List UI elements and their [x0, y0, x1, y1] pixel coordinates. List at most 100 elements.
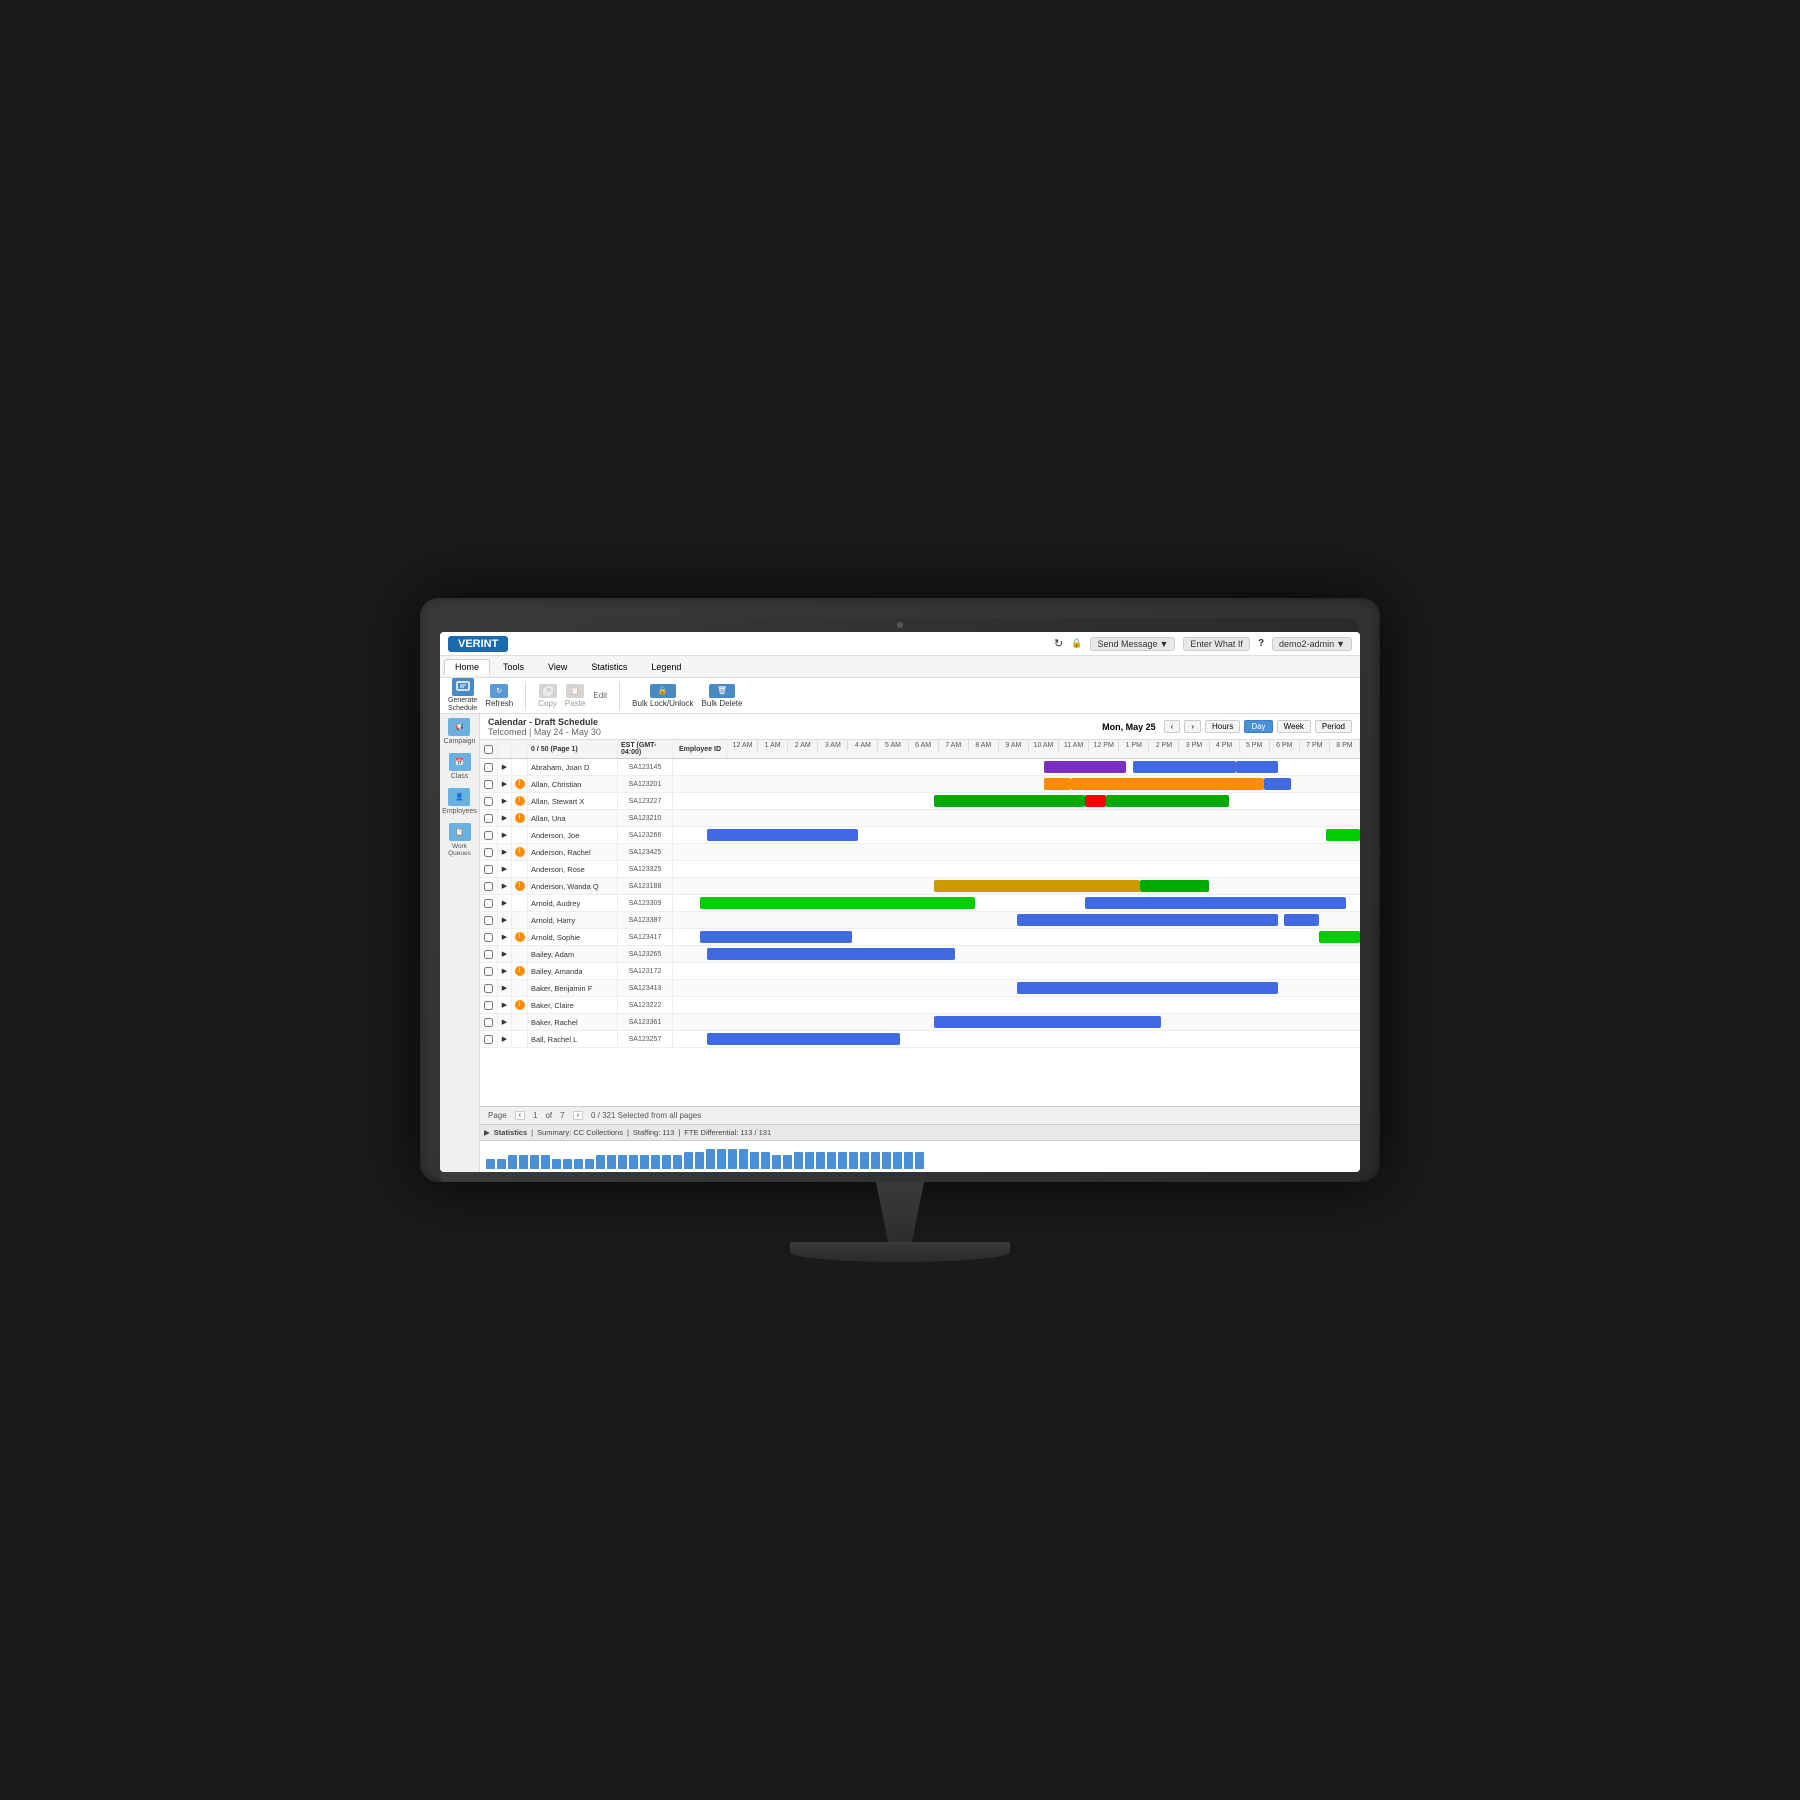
schedule-bar-7-1[interactable] [1140, 880, 1209, 891]
check-cell-9[interactable] [480, 912, 498, 928]
refresh-button[interactable]: ↻ Refresh [485, 684, 513, 708]
check-cell-7[interactable] [480, 878, 498, 894]
check-cell-15[interactable] [480, 1014, 498, 1030]
schedule-bar-1-1[interactable] [1071, 778, 1263, 789]
expand-cell-10[interactable]: ▶ [498, 929, 512, 945]
stats-collapse-icon[interactable]: ▶ [484, 1128, 490, 1137]
expand-cell-12[interactable]: ▶ [498, 963, 512, 979]
sidebar-item-work-queues[interactable]: 📋 Work Queues [440, 823, 479, 857]
enter-what-if-button[interactable]: Enter What If [1183, 637, 1250, 651]
period-button[interactable]: Period [1315, 720, 1352, 733]
schedule-bar-7-0[interactable] [934, 880, 1140, 891]
expand-cell-5[interactable]: ▶ [498, 844, 512, 860]
schedule-bar-9-1[interactable] [1284, 914, 1318, 925]
schedule-bar-1-2[interactable] [1264, 778, 1291, 789]
expand-cell-13[interactable]: ▶ [498, 980, 512, 996]
expand-cell-16[interactable]: ▶ [498, 1031, 512, 1047]
expand-cell-3[interactable]: ▶ [498, 810, 512, 826]
timeline-cell-16[interactable] [673, 1031, 1360, 1047]
schedule-bar-1-0[interactable] [1044, 778, 1071, 789]
schedule-bar-8-0[interactable] [700, 897, 975, 908]
timeline-cell-0[interactable] [673, 759, 1360, 775]
timeline-cell-1[interactable] [673, 776, 1360, 792]
schedule-bar-10-1[interactable] [1319, 931, 1360, 942]
timeline-cell-5[interactable] [673, 844, 1360, 860]
expand-cell-7[interactable]: ▶ [498, 878, 512, 894]
check-cell-10[interactable] [480, 929, 498, 945]
schedule-bar-4-1[interactable] [1326, 829, 1360, 840]
check-cell-11[interactable] [480, 946, 498, 962]
bulk-delete-button[interactable]: 🗑 Bulk Delete [702, 684, 743, 708]
expand-cell-14[interactable]: ▶ [498, 997, 512, 1013]
check-cell-8[interactable] [480, 895, 498, 911]
timeline-cell-2[interactable] [673, 793, 1360, 809]
sidebar-item-class[interactable]: 📅 Class [449, 753, 471, 780]
timeline-cell-15[interactable] [673, 1014, 1360, 1030]
check-cell-1[interactable] [480, 776, 498, 792]
check-cell-6[interactable] [480, 861, 498, 877]
next-page-button[interactable]: › [573, 1111, 583, 1120]
schedule-bar-2-1[interactable] [1085, 795, 1106, 806]
schedule-bar-15-0[interactable] [934, 1016, 1161, 1027]
schedule-bar-4-0[interactable] [707, 829, 858, 840]
nav-tab-tools[interactable]: Tools [492, 659, 535, 675]
check-cell-2[interactable] [480, 793, 498, 809]
timeline-cell-13[interactable] [673, 980, 1360, 996]
expand-cell-15[interactable]: ▶ [498, 1014, 512, 1030]
check-cell-0[interactable] [480, 759, 498, 775]
check-cell-16[interactable] [480, 1031, 498, 1047]
schedule-bar-9-0[interactable] [1017, 914, 1278, 925]
schedule-bar-2-2[interactable] [1106, 795, 1230, 806]
check-all-checkbox[interactable] [484, 745, 493, 754]
timeline-cell-11[interactable] [673, 946, 1360, 962]
nav-tab-legend[interactable]: Legend [640, 659, 692, 675]
timeline-cell-12[interactable] [673, 963, 1360, 979]
prev-page-button[interactable]: ‹ [515, 1111, 525, 1120]
week-button[interactable]: Week [1277, 720, 1311, 733]
expand-cell-2[interactable]: ▶ [498, 793, 512, 809]
user-menu[interactable]: demo2-admin ▼ [1272, 637, 1352, 651]
hours-button[interactable]: Hours [1205, 720, 1240, 733]
day-button[interactable]: Day [1244, 720, 1272, 733]
check-cell-4[interactable] [480, 827, 498, 843]
expand-cell-1[interactable]: ▶ [498, 776, 512, 792]
schedule-bar-11-0[interactable] [707, 948, 954, 959]
prev-date-button[interactable]: ‹ [1164, 720, 1181, 733]
nav-tab-home[interactable]: Home [444, 659, 490, 675]
check-cell-14[interactable] [480, 997, 498, 1013]
sidebar-item-campaign[interactable]: 📢 Campaign [444, 718, 476, 745]
expand-cell-11[interactable]: ▶ [498, 946, 512, 962]
schedule-bar-13-0[interactable] [1017, 982, 1278, 993]
expand-cell-9[interactable]: ▶ [498, 912, 512, 928]
schedule-bar-2-0[interactable] [934, 795, 1085, 806]
timeline-cell-3[interactable] [673, 810, 1360, 826]
sidebar-item-employees[interactable]: 👤 Employees [442, 788, 477, 815]
expand-cell-8[interactable]: ▶ [498, 895, 512, 911]
paste-button[interactable]: 📋 Paste [565, 684, 585, 708]
check-cell-12[interactable] [480, 963, 498, 979]
expand-cell-4[interactable]: ▶ [498, 827, 512, 843]
timeline-cell-6[interactable] [673, 861, 1360, 877]
help-button[interactable]: ? [1258, 638, 1264, 649]
check-cell-3[interactable] [480, 810, 498, 826]
schedule-bar-10-0[interactable] [700, 931, 851, 942]
expand-cell-6[interactable]: ▶ [498, 861, 512, 877]
nav-tab-view[interactable]: View [537, 659, 578, 675]
nav-tab-statistics[interactable]: Statistics [580, 659, 638, 675]
timeline-cell-9[interactable] [673, 912, 1360, 928]
schedule-bar-16-0[interactable] [707, 1033, 899, 1044]
schedule-bar-8-1[interactable] [1085, 897, 1346, 908]
schedule-bar-0-1[interactable] [1133, 761, 1236, 772]
refresh-icon[interactable]: ↻ [1054, 637, 1063, 650]
timeline-cell-8[interactable] [673, 895, 1360, 911]
schedule-bar-0-0[interactable] [1044, 761, 1126, 772]
copy-button[interactable]: Copy [538, 684, 557, 708]
timeline-cell-7[interactable] [673, 878, 1360, 894]
next-date-button[interactable]: › [1184, 720, 1201, 733]
check-cell-13[interactable] [480, 980, 498, 996]
expand-cell-0[interactable]: ▶ [498, 759, 512, 775]
timeline-cell-4[interactable] [673, 827, 1360, 843]
timeline-cell-10[interactable] [673, 929, 1360, 945]
send-message-button[interactable]: Send Message ▼ [1090, 637, 1175, 651]
timeline-cell-14[interactable] [673, 997, 1360, 1013]
